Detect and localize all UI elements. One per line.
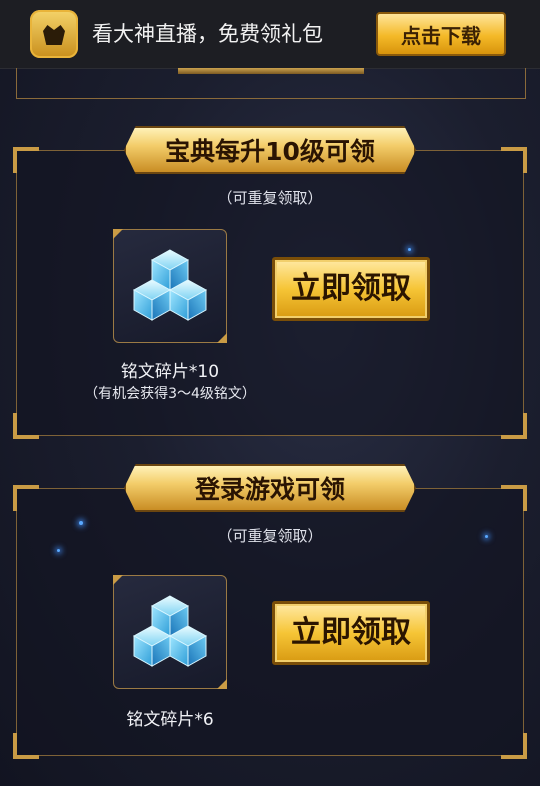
claim-button[interactable]: 立即领取 xyxy=(272,257,430,321)
claim-button[interactable]: 立即领取 xyxy=(272,601,430,665)
sparkle xyxy=(485,535,488,538)
reward-item-slot xyxy=(113,229,227,343)
reward-section-level: （可重复领取） 铭文碎片*10 （有机会获得3～4级铭文） 立即领取 xyxy=(13,147,527,439)
reward-item-name: 铭文碎片*6 xyxy=(126,710,214,730)
frame-corner xyxy=(501,413,527,439)
frame-corner xyxy=(501,485,527,511)
section-subtitle: （可重复领取） xyxy=(217,189,323,207)
previous-section-tab xyxy=(178,68,364,74)
section-title: 登录游戏可领 xyxy=(124,464,416,512)
frame-corner xyxy=(13,413,39,439)
reward-item-name: 铭文碎片*10 xyxy=(120,362,220,382)
sparkle xyxy=(79,521,83,525)
reward-item-note: （有机会获得3～4级铭文） xyxy=(84,386,256,402)
section-subtitle: （可重复领取） xyxy=(217,527,323,545)
banner-text: 看大神直播，免费领礼包 xyxy=(92,22,323,46)
download-button[interactable]: 点击下载 xyxy=(376,12,506,56)
crown-icon xyxy=(30,10,78,58)
frame-corner xyxy=(13,485,39,511)
crystal-cubes-icon xyxy=(132,249,208,321)
sparkle xyxy=(57,549,60,552)
frame-corner xyxy=(501,733,527,759)
frame-corner xyxy=(501,147,527,173)
download-banner: 看大神直播，免费领礼包 点击下载 xyxy=(0,0,540,69)
frame-corner xyxy=(13,147,39,173)
crystal-cubes-icon xyxy=(132,595,208,667)
reward-section-login: （可重复领取） 铭文碎片*6 立即领取 xyxy=(13,485,527,759)
sparkle xyxy=(408,248,411,251)
section-title: 宝典每升10级可领 xyxy=(124,126,416,174)
frame-corner xyxy=(13,733,39,759)
reward-item-slot xyxy=(113,575,227,689)
